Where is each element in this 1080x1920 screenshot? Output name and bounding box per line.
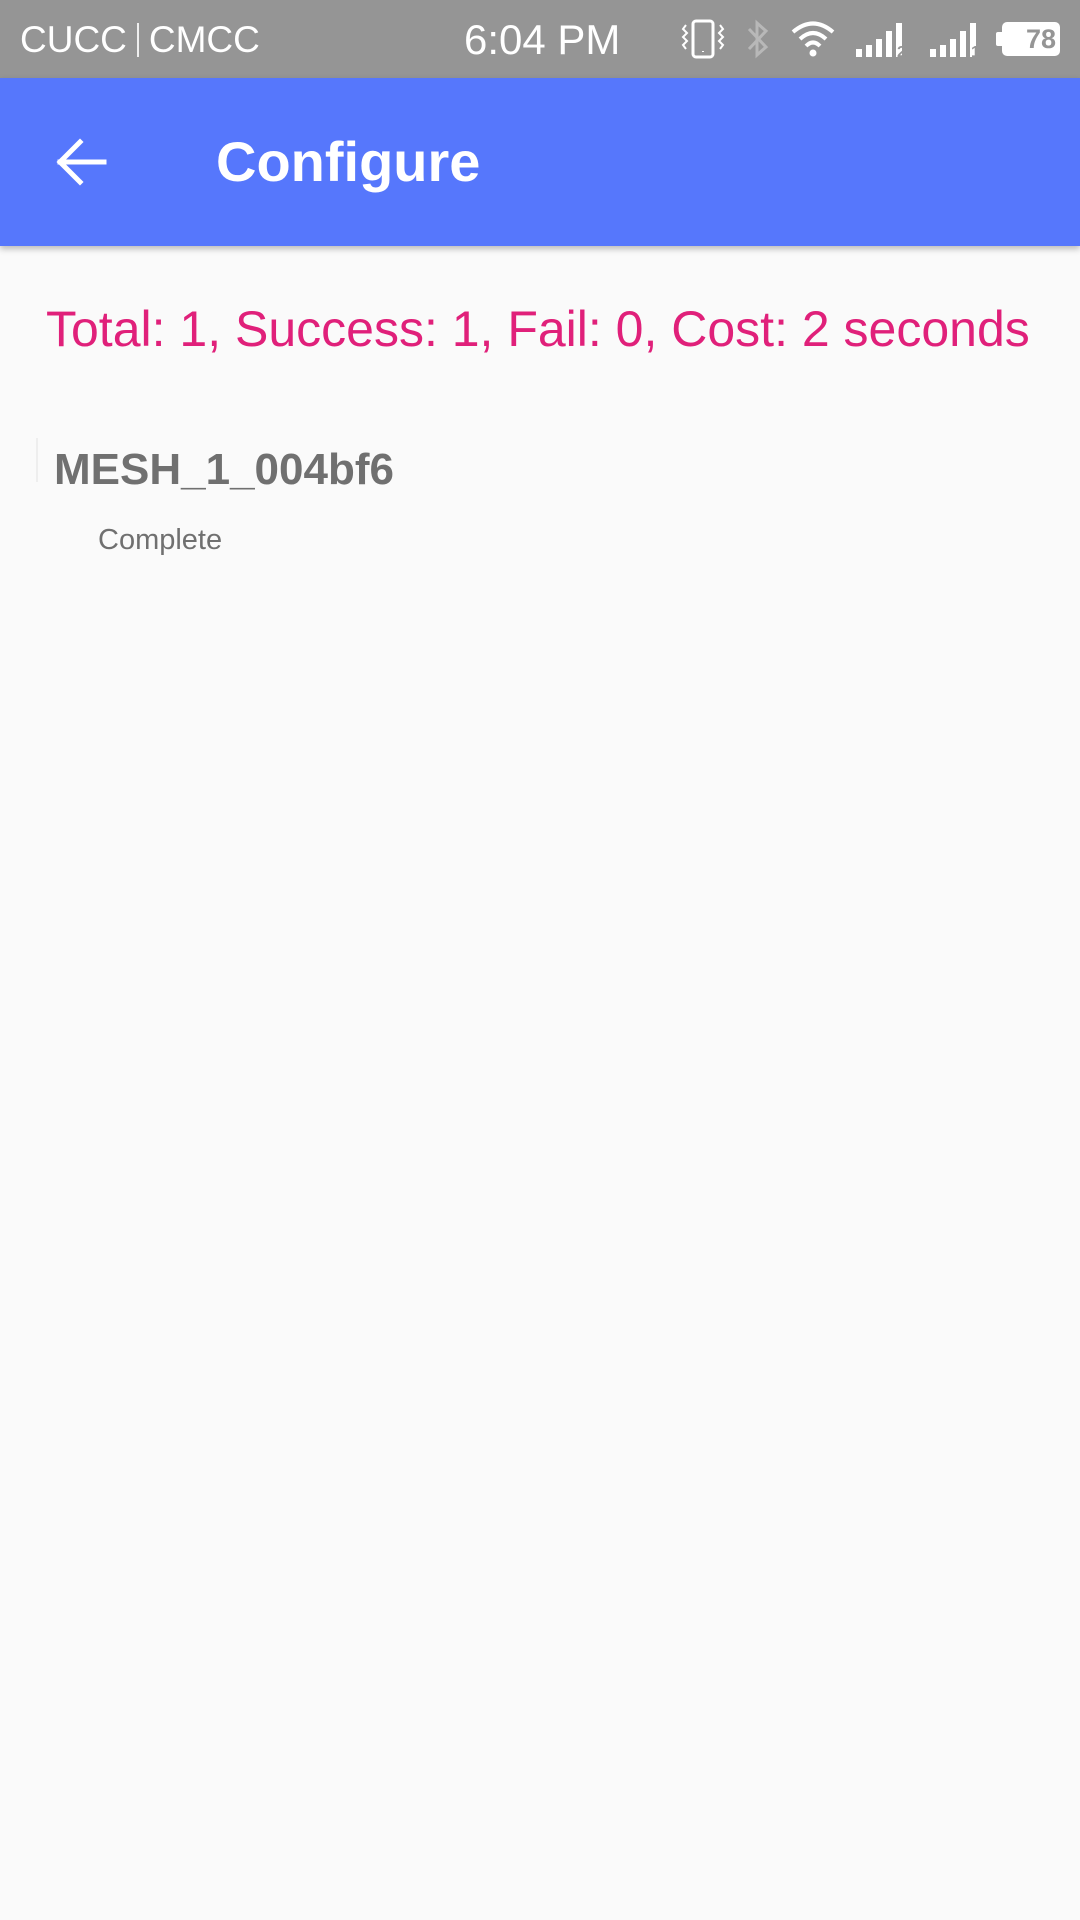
signal-sim1-icon: 1 bbox=[928, 19, 984, 59]
status-clock: 6:04 PM bbox=[464, 16, 621, 63]
battery-icon: 78 bbox=[996, 22, 1060, 56]
status-icons: 2 1 78 bbox=[662, 14, 1060, 64]
summary-text: Total: 1, Success: 1, Fail: 0, Cost: 2 s… bbox=[46, 301, 1030, 357]
app-bar: Configure bbox=[0, 78, 1080, 246]
page-title: Configure bbox=[216, 130, 481, 193]
bluetooth-icon bbox=[744, 17, 772, 61]
carrier-info: CUCC CMCC bbox=[20, 18, 260, 62]
arrow-back-icon bbox=[56, 138, 107, 186]
device-status: Complete bbox=[98, 524, 223, 556]
battery-level: 78 bbox=[996, 22, 1060, 56]
status-bar: CUCC CMCC 6:04 PM 2 1 78 bbox=[0, 0, 1080, 78]
signal-sim2-icon: 2 bbox=[854, 19, 910, 59]
carrier-divider bbox=[136, 23, 139, 57]
back-button[interactable] bbox=[46, 126, 118, 198]
list-item-marker bbox=[36, 438, 38, 482]
wifi-icon bbox=[790, 19, 836, 59]
svg-text:2: 2 bbox=[897, 44, 906, 59]
list-item[interactable]: MESH_1_004bf6 Complete bbox=[36, 436, 1046, 566]
vibrate-icon bbox=[680, 17, 726, 61]
svg-text:1: 1 bbox=[971, 44, 980, 59]
device-name: MESH_1_004bf6 bbox=[54, 445, 394, 494]
carrier-1-label: CUCC bbox=[20, 19, 127, 60]
carrier-2-label: CMCC bbox=[148, 19, 260, 60]
